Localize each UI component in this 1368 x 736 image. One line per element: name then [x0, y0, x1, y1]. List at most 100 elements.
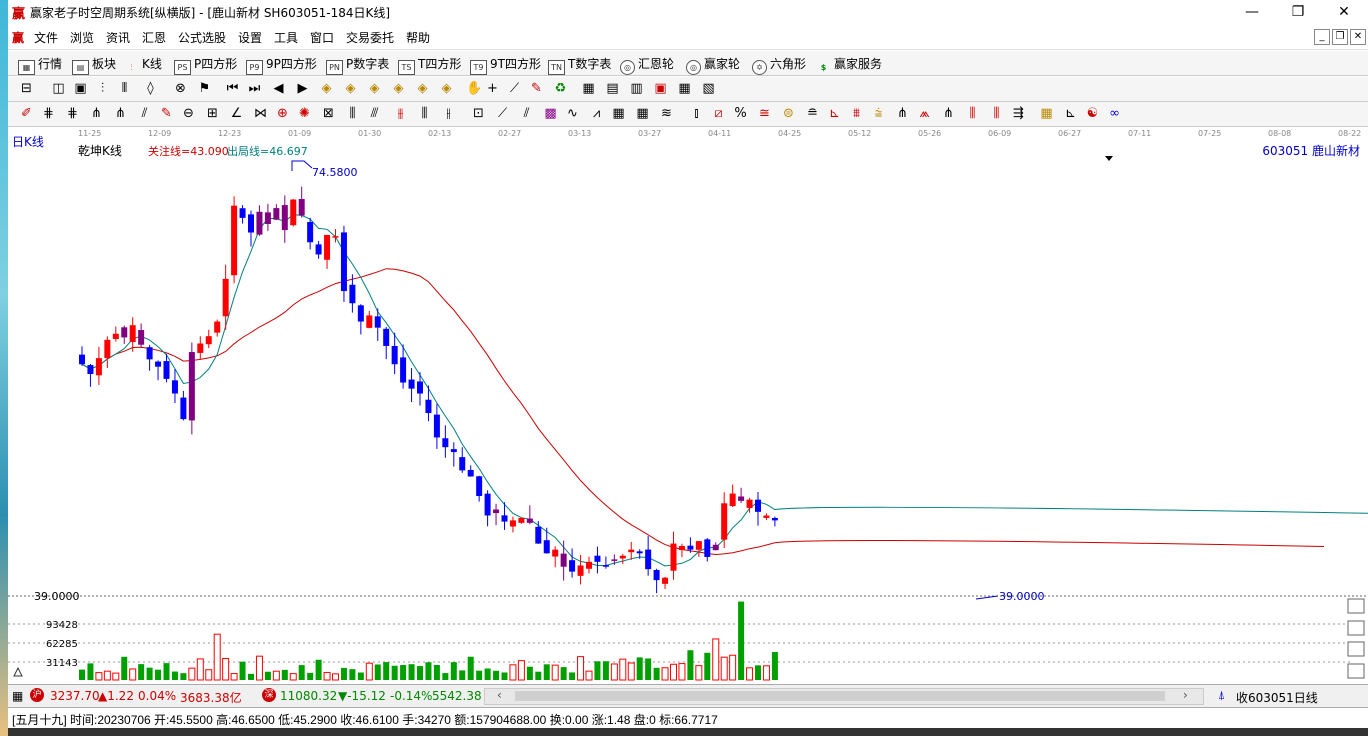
- nav-t-number-table[interactable]: TN T数字表: [548, 55, 611, 75]
- export-icon[interactable]: ▧: [700, 80, 717, 97]
- nav-huien-wheel[interactable]: ◎ 汇恩轮: [620, 55, 674, 75]
- print-icon[interactable]: ▦: [676, 80, 693, 97]
- parallel-icon[interactable]: ⫽: [518, 105, 535, 122]
- hline-icon[interactable]: ⫼: [344, 105, 361, 122]
- first-icon[interactable]: ⏮: [224, 80, 241, 97]
- close-button[interactable]: ✕: [1324, 2, 1364, 22]
- pen-icon[interactable]: ✐: [18, 105, 35, 122]
- next-icon[interactable]: ▶: [294, 80, 311, 97]
- document-icon[interactable]: ▥: [628, 80, 645, 97]
- arc-icon[interactable]: ⋔: [112, 105, 129, 122]
- shift-left-icon[interactable]: ◈: [366, 80, 383, 97]
- cells-icon[interactable]: ▦: [610, 105, 627, 122]
- infinity-icon[interactable]: ∞: [1106, 105, 1123, 122]
- vline-icon[interactable]: ⫻: [366, 105, 383, 122]
- levels-icon[interactable]: ≘: [804, 105, 821, 122]
- fork-icon[interactable]: ⋔: [894, 105, 911, 122]
- shrink-icon[interactable]: ◈: [438, 80, 455, 97]
- menu-help[interactable]: 帮助: [406, 29, 430, 46]
- nav-p-number-table[interactable]: PN P数字表: [326, 55, 389, 75]
- indicator-icon[interactable]: ⫶: [94, 80, 111, 97]
- nav-kline[interactable]: ⫶ K线: [124, 55, 162, 74]
- grid-lines-icon[interactable]: ⋕: [40, 105, 57, 122]
- nav-9t-square[interactable]: T9 9T四方形: [470, 55, 541, 75]
- channel-icon[interactable]: ⫽: [136, 105, 153, 122]
- nav-sectors[interactable]: ▤ 板块: [72, 55, 116, 75]
- collapse-button[interactable]: [1347, 663, 1365, 679]
- nav-hexagon[interactable]: ✡ 六角形: [752, 55, 806, 75]
- shift-right-icon[interactable]: ◈: [390, 80, 407, 97]
- split-icon[interactable]: ⫲: [440, 105, 457, 122]
- expand-icon[interactable]: ◈: [414, 80, 431, 97]
- prev-icon[interactable]: ◀: [270, 80, 287, 97]
- arrows-icon[interactable]: ⇶: [1010, 105, 1027, 122]
- menu-info[interactable]: 资讯: [106, 29, 130, 46]
- axis-icon[interactable]: ⊾: [1062, 105, 1079, 122]
- square-tool-icon[interactable]: ⊞: [204, 105, 221, 122]
- mdi-close-button[interactable]: ✕: [1350, 29, 1366, 45]
- fan-icon[interactable]: ⋔: [88, 105, 105, 122]
- nav-winner-service[interactable]: $ 赢家服务: [816, 55, 882, 74]
- ruler-icon[interactable]: ⫾: [688, 105, 705, 122]
- menu-file[interactable]: 文件: [34, 29, 58, 46]
- panel-up-icon[interactable]: [13, 666, 23, 677]
- rect-icon[interactable]: ⊡: [470, 105, 487, 122]
- pattern-icon[interactable]: ▩: [542, 105, 559, 122]
- nav-winner-wheel[interactable]: ◎ 赢家轮: [686, 55, 740, 75]
- mdi-restore-button[interactable]: ❐: [1332, 29, 1348, 45]
- crosshair-icon[interactable]: +: [484, 80, 501, 97]
- coin-icon[interactable]: ⊜: [780, 105, 797, 122]
- menu-huien[interactable]: 汇恩: [142, 29, 166, 46]
- menu-formula[interactable]: 公式选股: [178, 29, 226, 46]
- fan2-icon[interactable]: ⋔: [940, 105, 957, 122]
- nav-9p-square[interactable]: P9 9P四方形: [246, 55, 317, 75]
- speed-icon[interactable]: ⩕: [916, 105, 933, 122]
- layout-icon[interactable]: ⊟: [18, 80, 35, 97]
- box-icon[interactable]: ⊠: [320, 105, 337, 122]
- scroll-thumb[interactable]: [515, 691, 1165, 701]
- menu-settings[interactable]: 设置: [238, 29, 262, 46]
- draw-line-icon[interactable]: ⟋: [506, 80, 523, 97]
- save-icon[interactable]: ▣: [652, 80, 669, 97]
- menu-trade[interactable]: 交易委托: [346, 29, 394, 46]
- yinyang-icon[interactable]: ☯: [1084, 105, 1101, 122]
- mdi-minimize-button[interactable]: _: [1314, 29, 1330, 45]
- time-zones-icon[interactable]: ⫼: [988, 105, 1005, 122]
- nav-p-square[interactable]: PS P四方形: [174, 55, 237, 75]
- scale-down-button[interactable]: [1347, 620, 1365, 636]
- wave-icon[interactable]: ∿: [564, 105, 581, 122]
- expand-button[interactable]: [1347, 641, 1365, 657]
- scroll-left-icon[interactable]: ‹: [497, 688, 502, 702]
- target-icon[interactable]: ⊕: [274, 105, 291, 122]
- table-icon[interactable]: ⫼: [416, 105, 433, 122]
- fib-icon[interactable]: ⋕: [64, 105, 81, 122]
- lines-icon[interactable]: ≋: [658, 105, 675, 122]
- star-icon[interactable]: ✺: [296, 105, 313, 122]
- indicator-tool-icon[interactable]: ⍋: [1218, 688, 1225, 703]
- flag-icon[interactable]: ⚑: [196, 80, 213, 97]
- split-level-icon[interactable]: ⩩: [848, 105, 865, 122]
- overlay-icon[interactable]: ◫: [50, 80, 67, 97]
- table2-icon[interactable]: ▦: [1038, 105, 1055, 122]
- kline-chart[interactable]: 日K线 乾坤K线 关注线=43.090 出局线=46.697 603051 鹿山…: [8, 128, 1368, 684]
- grid2-icon[interactable]: ▦: [634, 105, 651, 122]
- menu-window[interactable]: 窗口: [310, 29, 334, 46]
- ellipse-icon[interactable]: ⊖: [180, 105, 197, 122]
- nav-t-square[interactable]: TS T四方形: [398, 55, 461, 75]
- last-icon[interactable]: ⏭: [246, 80, 263, 97]
- calculator-icon[interactable]: ▤: [604, 80, 621, 97]
- gold-ratio-icon[interactable]: ≅: [756, 105, 773, 122]
- mark-icon[interactable]: ✎: [528, 80, 545, 97]
- trend-icon[interactable]: ⟋: [494, 105, 511, 122]
- zoom-in-icon[interactable]: ◈: [318, 80, 335, 97]
- percent-icon[interactable]: %: [732, 105, 749, 122]
- angle-icon[interactable]: ∠: [228, 105, 245, 122]
- pyramid-icon[interactable]: ⩭: [870, 105, 887, 122]
- dropdown-arrow-icon[interactable]: [1105, 156, 1113, 161]
- weight-icon[interactable]: ⫴: [116, 80, 133, 97]
- percent-lines-icon[interactable]: ⫵: [392, 105, 409, 122]
- zigzag-icon[interactable]: ⩘: [588, 105, 605, 122]
- menu-tools[interactable]: 工具: [274, 29, 298, 46]
- menu-browse[interactable]: 浏览: [70, 29, 94, 46]
- cycle-icon[interactable]: ♻: [552, 80, 569, 97]
